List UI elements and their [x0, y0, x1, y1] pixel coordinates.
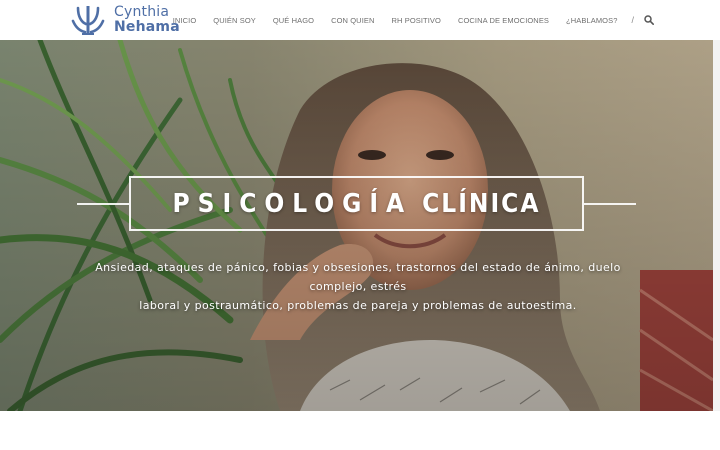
nav-separator: / [631, 15, 634, 25]
logo-text: Cynthia Nehama [114, 5, 180, 35]
hero-subtitle-line1: Ansiedad, ataques de pánico, fobias y ob… [95, 261, 621, 293]
nav-item-rh-positivo[interactable]: RH POSITIVO [392, 16, 441, 25]
page-scrollbar[interactable] [713, 40, 720, 411]
logo-name-last: Nehama [114, 19, 180, 35]
hero-subtitle: Ansiedad, ataques de pánico, fobias y ob… [80, 258, 636, 315]
title-divider-left [77, 203, 129, 205]
nav-item-quien-soy[interactable]: QUIÉN SOY [213, 16, 256, 25]
search-icon[interactable] [644, 15, 654, 25]
nav-item-que-hago[interactable]: QUÉ HAGO [273, 16, 314, 25]
hero-title-frame: PSICOLOGÍA CLÍNICA [77, 176, 636, 231]
hero-subtitle-line2: laboral y postraumático, problemas de pa… [139, 299, 577, 312]
title-divider-right [584, 203, 636, 205]
logo-name-first: Cynthia [114, 4, 170, 20]
hero-banner: PSICOLOGÍA CLÍNICA Ansiedad, ataques de p… [0, 40, 713, 411]
site-logo[interactable]: Cynthia Nehama [70, 4, 180, 36]
nav-item-hablamos[interactable]: ¿HABLAMOS? [566, 16, 617, 25]
hero-title-box: PSICOLOGÍA CLÍNICA [129, 176, 584, 231]
nav-item-inicio[interactable]: INICIO [173, 16, 197, 25]
main-nav: INICIO QUIÉN SOY QUÉ HAGO CON QUIEN RH P… [173, 0, 654, 40]
hero-title-word1: PSICOLOGÍA [172, 188, 413, 219]
hero-title-word2: CLÍNICA [422, 188, 541, 219]
nav-item-cocina-de-emociones[interactable]: COCINA DE EMOCIONES [458, 16, 549, 25]
site-header: Cynthia Nehama INICIO QUIÉN SOY QUÉ HAGO… [0, 0, 720, 40]
hero-title: PSICOLOGÍA CLÍNICA [173, 189, 541, 219]
psi-logo-icon [71, 6, 105, 35]
nav-item-con-quien[interactable]: CON QUIEN [331, 16, 374, 25]
